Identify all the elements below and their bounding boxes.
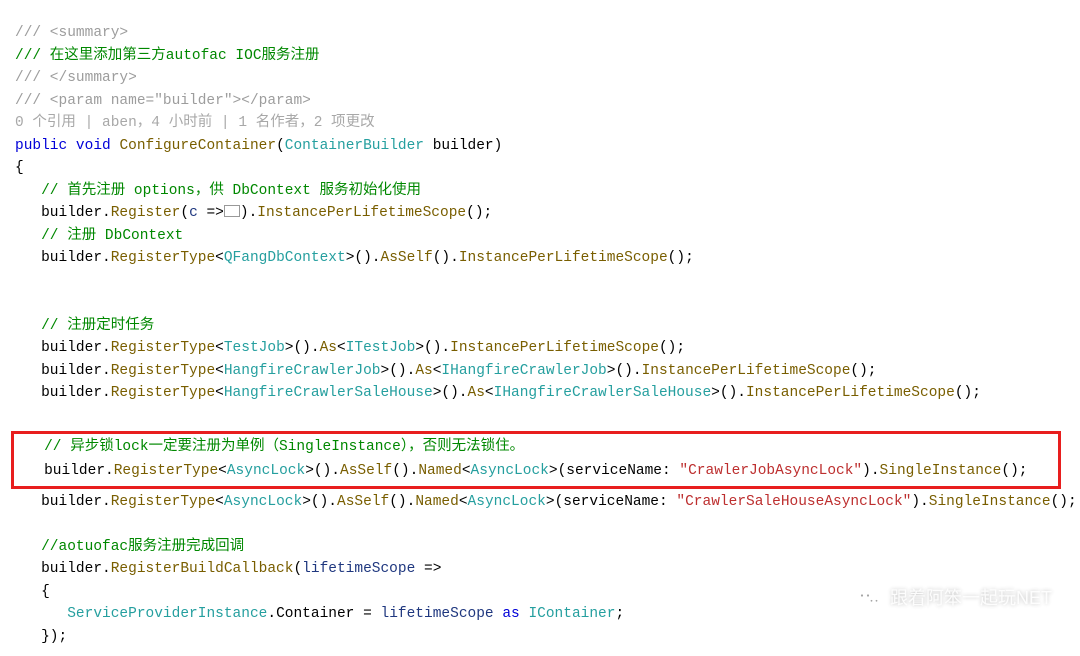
method-call: Register	[111, 205, 181, 221]
named-arg: serviceName	[563, 494, 659, 510]
comment-line: // 注册 DbContext	[41, 228, 183, 244]
type-name: ContainerBuilder	[285, 138, 424, 154]
type-name: HangfireCrawlerJob	[224, 363, 381, 379]
method-call: InstancePerLifetimeScope	[642, 363, 851, 379]
method-call: InstancePerLifetimeScope	[257, 205, 466, 221]
property: Container	[276, 606, 354, 622]
method-call: As	[415, 363, 432, 379]
method-call: InstancePerLifetimeScope	[459, 250, 668, 266]
method-call: AsSelf	[337, 494, 389, 510]
ident: builder	[41, 561, 102, 577]
type-name: IHangfireCrawlerJob	[441, 363, 606, 379]
lambda-param: lifetimeScope	[302, 561, 415, 577]
ident: lifetimeScope	[381, 606, 494, 622]
method-call: Named	[418, 463, 462, 479]
method-call: RegisterType	[111, 250, 215, 266]
method-call: AsSelf	[381, 250, 433, 266]
xmldoc-line: /// <param name="builder"></param>	[15, 93, 311, 109]
method-name: ConfigureContainer	[119, 138, 276, 154]
method-call: Named	[415, 494, 459, 510]
method-call: AsSelf	[340, 463, 392, 479]
keyword-void: void	[76, 138, 111, 154]
keyword-public: public	[15, 138, 67, 154]
comment-line: //aotuofac服务注册完成回调	[41, 539, 244, 555]
type-name: IContainer	[528, 606, 615, 622]
collapsed-region-icon[interactable]	[224, 205, 240, 217]
ident: builder	[41, 363, 102, 379]
ident: builder	[41, 494, 102, 510]
param-name: builder	[433, 138, 494, 154]
xmldoc-line: /// <summary>	[15, 25, 128, 41]
ident: builder	[41, 205, 102, 221]
type-name: AsyncLock	[468, 494, 546, 510]
method-call: RegisterType	[111, 494, 215, 510]
method-call: As	[320, 340, 337, 356]
type-name: IHangfireCrawlerSaleHouse	[494, 385, 712, 401]
named-arg: serviceName	[566, 463, 662, 479]
type-name: AsyncLock	[224, 494, 302, 510]
string-literal: "CrawlerJobAsyncLock"	[679, 463, 862, 479]
type-name: AsyncLock	[471, 463, 549, 479]
method-call: RegisterType	[111, 385, 215, 401]
type-name: QFangDbContext	[224, 250, 346, 266]
method-call: SingleInstance	[929, 494, 1051, 510]
type-name: ServiceProviderInstance	[67, 606, 267, 622]
method-call: RegisterType	[114, 463, 218, 479]
highlighted-code-region: // 异步锁lock一定要注册为单例（SingleInstance），否则无法锁…	[11, 431, 1061, 489]
string-literal: "CrawlerSaleHouseAsyncLock"	[676, 494, 911, 510]
ident: builder	[44, 463, 105, 479]
code-editor: /// <summary> /// 在这里添加第三方autofac IOC服务注…	[0, 0, 1080, 656]
comment-line: // 首先注册 options，供 DbContext 服务初始化使用	[41, 183, 421, 199]
keyword-as: as	[502, 606, 519, 622]
xmldoc-line: /// </summary>	[15, 70, 137, 86]
comment-line: // 注册定时任务	[41, 318, 154, 334]
method-call: SingleInstance	[880, 463, 1002, 479]
type-name: HangfireCrawlerSaleHouse	[224, 385, 433, 401]
type-name: AsyncLock	[227, 463, 305, 479]
watermark-text: 跟着阿笨一起玩NET	[890, 585, 1052, 613]
method-call: InstancePerLifetimeScope	[450, 340, 659, 356]
method-call: InstancePerLifetimeScope	[746, 385, 955, 401]
method-call: RegisterType	[111, 363, 215, 379]
type-name: ITestJob	[346, 340, 416, 356]
method-call: RegisterType	[111, 340, 215, 356]
wechat-icon	[856, 588, 882, 610]
ident: builder	[41, 340, 102, 356]
xmldoc-line: /// 在这里添加第三方autofac IOC服务注册	[15, 48, 320, 64]
method-call: RegisterBuildCallback	[111, 561, 294, 577]
watermark: 跟着阿笨一起玩NET	[856, 585, 1052, 613]
ident: builder	[41, 250, 102, 266]
ident: builder	[41, 385, 102, 401]
method-call: As	[468, 385, 485, 401]
codelens-info[interactable]: 0 个引用 | aben，4 小时前 | 1 名作者，2 项更改	[15, 115, 375, 131]
type-name: TestJob	[224, 340, 285, 356]
lambda-param: c	[189, 205, 198, 221]
comment-line: // 异步锁lock一定要注册为单例（SingleInstance），否则无法锁…	[44, 439, 524, 455]
